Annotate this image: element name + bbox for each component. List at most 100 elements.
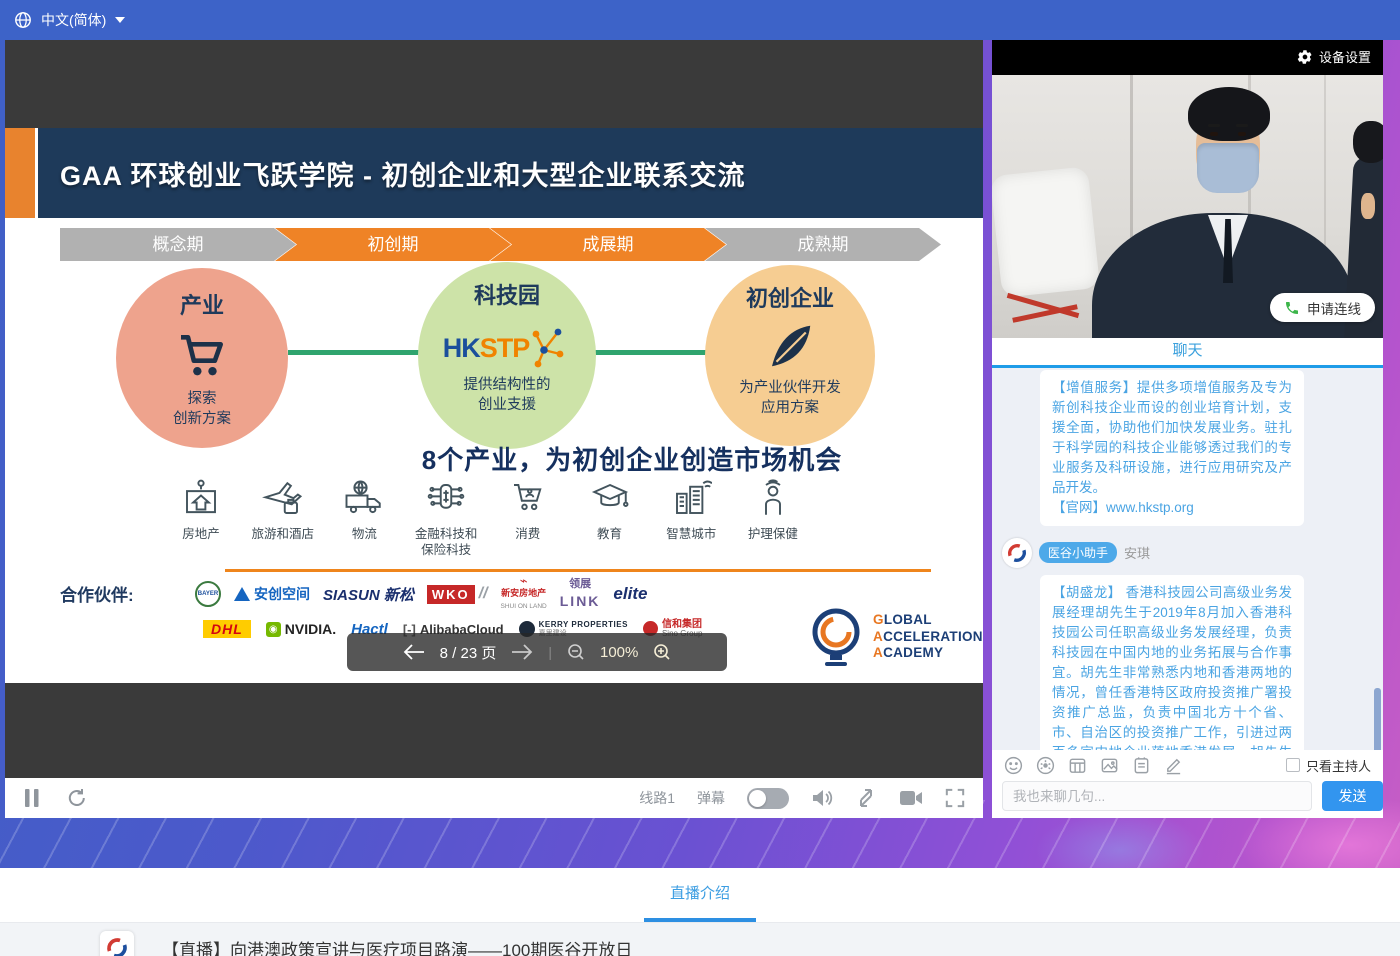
- toggle-knob: [749, 790, 766, 807]
- triangle-icon: [234, 587, 250, 601]
- avatar: [1002, 538, 1032, 568]
- send-button[interactable]: 发送: [1322, 781, 1383, 811]
- face-mask: [1197, 143, 1259, 193]
- calendar-button[interactable]: [1068, 756, 1087, 775]
- zoom-out-button[interactable]: [567, 643, 585, 661]
- chat-toolbar: 只看主持人: [992, 750, 1383, 780]
- next-page-button[interactable]: [511, 644, 533, 660]
- partner-link: 领展LINK: [560, 579, 601, 609]
- stage-concept: 概念期: [60, 228, 296, 261]
- globe-icon: [14, 11, 32, 29]
- healthcare-icon: [752, 478, 794, 520]
- partner-anchuang: 安创空间: [234, 584, 310, 604]
- pause-button[interactable]: [23, 788, 41, 808]
- industry-circle: 产业 探索 创新方案: [116, 268, 288, 448]
- stage-arrows: 概念期 初创期 成展期 成熟期: [60, 228, 942, 261]
- circle3-subtitle: 为产业伙伴开发 应用方案: [739, 379, 841, 418]
- webcam-top-bar: 设备设置: [992, 38, 1383, 75]
- video-player: GAA 环球创业飞跃学院 - 初创企业和大型企业联系交流 概念期 初创期 成展期…: [5, 38, 983, 818]
- message-link[interactable]: 【官网】www.hkstp.org: [1052, 500, 1194, 515]
- live-title: 【直播】向港澳政策宣讲与医疗项目路演——100期医谷开放日: [162, 936, 632, 956]
- education-icon: [589, 478, 631, 520]
- gaa-circle-icon: [807, 606, 865, 668]
- industry-item: 物流: [324, 478, 404, 558]
- fintech-icon: [425, 478, 467, 520]
- language-selector[interactable]: 中文(简体): [14, 10, 125, 30]
- partner-shuion: ⌁新安房地产SHUI ON LAND: [501, 577, 547, 610]
- partners-label: 合作伙伴:: [60, 581, 134, 606]
- chat-scrollbar[interactable]: [1374, 688, 1381, 750]
- startup-circle: 初创企业 为产业伙伴开发 应用方案: [705, 265, 875, 446]
- only-host-checkbox[interactable]: [1286, 758, 1300, 772]
- logistics-icon: [343, 478, 385, 520]
- request-connect-label: 申请连线: [1307, 298, 1361, 318]
- industry-item: 护理保健: [733, 478, 813, 558]
- message-text: 【增值服务】提供多项增值服务及专为新创科技企业而设的创业培育计划，支援全面，协助…: [1052, 380, 1292, 495]
- sender-name: 安琪: [1124, 543, 1150, 562]
- fullscreen-button[interactable]: [945, 788, 965, 808]
- stage-mature: 成熟期: [705, 228, 941, 261]
- connector-line-right: [594, 350, 707, 355]
- bottom-section: 直播介绍 【直播】向港澳政策宣讲与医疗项目路演——100期医谷开放日: [0, 868, 1400, 956]
- hkstp-hk: HK: [443, 333, 480, 364]
- switch-lines-icon[interactable]: [855, 787, 877, 809]
- zoom-in-button[interactable]: [653, 643, 671, 661]
- chat-input-row: 发送: [992, 780, 1383, 818]
- molecule-icon: [529, 326, 571, 370]
- industry-item: 消费: [488, 478, 568, 558]
- partner-elite: elite: [613, 584, 647, 604]
- right-panel: 设备设置 申请连线 聊天 【增值服务】提供多项增值服: [992, 38, 1383, 818]
- partner-bayer: BAYER: [195, 581, 221, 607]
- camera-button[interactable]: [899, 789, 923, 807]
- top-bar: 中文(简体): [0, 0, 1400, 40]
- page-controls-overlay: 8 / 23 页 | 100%: [347, 633, 727, 671]
- chat-messages: 【增值服务】提供多项增值服务及专为新创科技企业而设的创业培育计划，支援全面，协助…: [992, 368, 1383, 750]
- device-settings-button[interactable]: 设备设置: [1297, 47, 1371, 66]
- image-button[interactable]: [1100, 756, 1119, 775]
- chat-input[interactable]: [1002, 781, 1312, 811]
- slide-headline: 8个产业，为初创企业创造市场机会: [235, 440, 983, 477]
- live-logo: [100, 931, 134, 956]
- player-control-bar: 线路1 弹幕: [5, 778, 983, 818]
- volume-button[interactable]: [811, 788, 833, 808]
- travel-hotel-icon: [262, 478, 304, 520]
- assistant-badge: 医谷小助手: [1039, 542, 1117, 563]
- phone-icon: [1284, 300, 1300, 316]
- note-button[interactable]: [1132, 756, 1151, 775]
- refresh-button[interactable]: [67, 788, 87, 808]
- partner-nvidia: ◉NVIDIA.: [266, 621, 336, 637]
- slide-title: GAA 环球创业飞跃学院 - 初创企业和大型企业联系交流: [60, 154, 746, 193]
- chair: [992, 166, 1100, 298]
- pen-button[interactable]: [1164, 756, 1183, 775]
- partner-dhl: DHL: [203, 620, 251, 638]
- hkstp-logo: HKSTP: [443, 326, 572, 370]
- intro-band: 【直播】向港澳政策宣讲与医疗项目路演——100期医谷开放日: [0, 922, 1400, 956]
- consumption-icon: [507, 478, 549, 520]
- emoji-button[interactable]: [1004, 756, 1023, 775]
- circle1-title: 产业: [180, 288, 224, 320]
- request-connect-button[interactable]: 申请连线: [1270, 293, 1375, 322]
- chat-message: 【增值服务】提供多项增值服务及专为新创科技企业而设的创业培育计划，支援全面，协助…: [1040, 370, 1304, 526]
- bird-icon: ⌁: [520, 577, 528, 585]
- live-intro-row: 【直播】向港澳政策宣讲与医疗项目路演——100期医谷开放日: [100, 931, 632, 956]
- tab-live-intro[interactable]: 直播介绍: [670, 882, 730, 903]
- line-selector[interactable]: 线路1: [639, 788, 675, 808]
- flower-button[interactable]: [1036, 756, 1055, 775]
- circle3-title: 初创企业: [746, 281, 834, 313]
- prev-page-button[interactable]: [403, 644, 425, 660]
- real-estate-icon: [180, 478, 222, 520]
- partner-siasun: SIASUN 新松: [323, 584, 414, 605]
- leaf-icon: [763, 319, 817, 373]
- page-indicator: 8 / 23 页: [440, 642, 497, 663]
- hkstp-stp: STP: [480, 333, 530, 364]
- industry-item: 房地产: [161, 478, 241, 558]
- chevron-down-icon: [115, 17, 125, 23]
- hkstp-circle: 科技园 HKSTP 提供结构性的 创业支援: [418, 262, 596, 449]
- gear-icon: [1297, 49, 1313, 65]
- danmaku-toggle[interactable]: [747, 788, 789, 809]
- industry-item: 教育: [570, 478, 650, 558]
- chat-tab[interactable]: 聊天: [992, 338, 1383, 368]
- message-text: 【胡盛龙】 香港科技园公司高级业务发展经理胡先生于2019年8月加入香港科技园公…: [1040, 575, 1304, 750]
- chat-panel: 聊天 【增值服务】提供多项增值服务及专为新创科技企业而设的创业培育计划，支援全面…: [992, 338, 1383, 818]
- industry-item: 金融科技和 保险科技: [406, 478, 486, 558]
